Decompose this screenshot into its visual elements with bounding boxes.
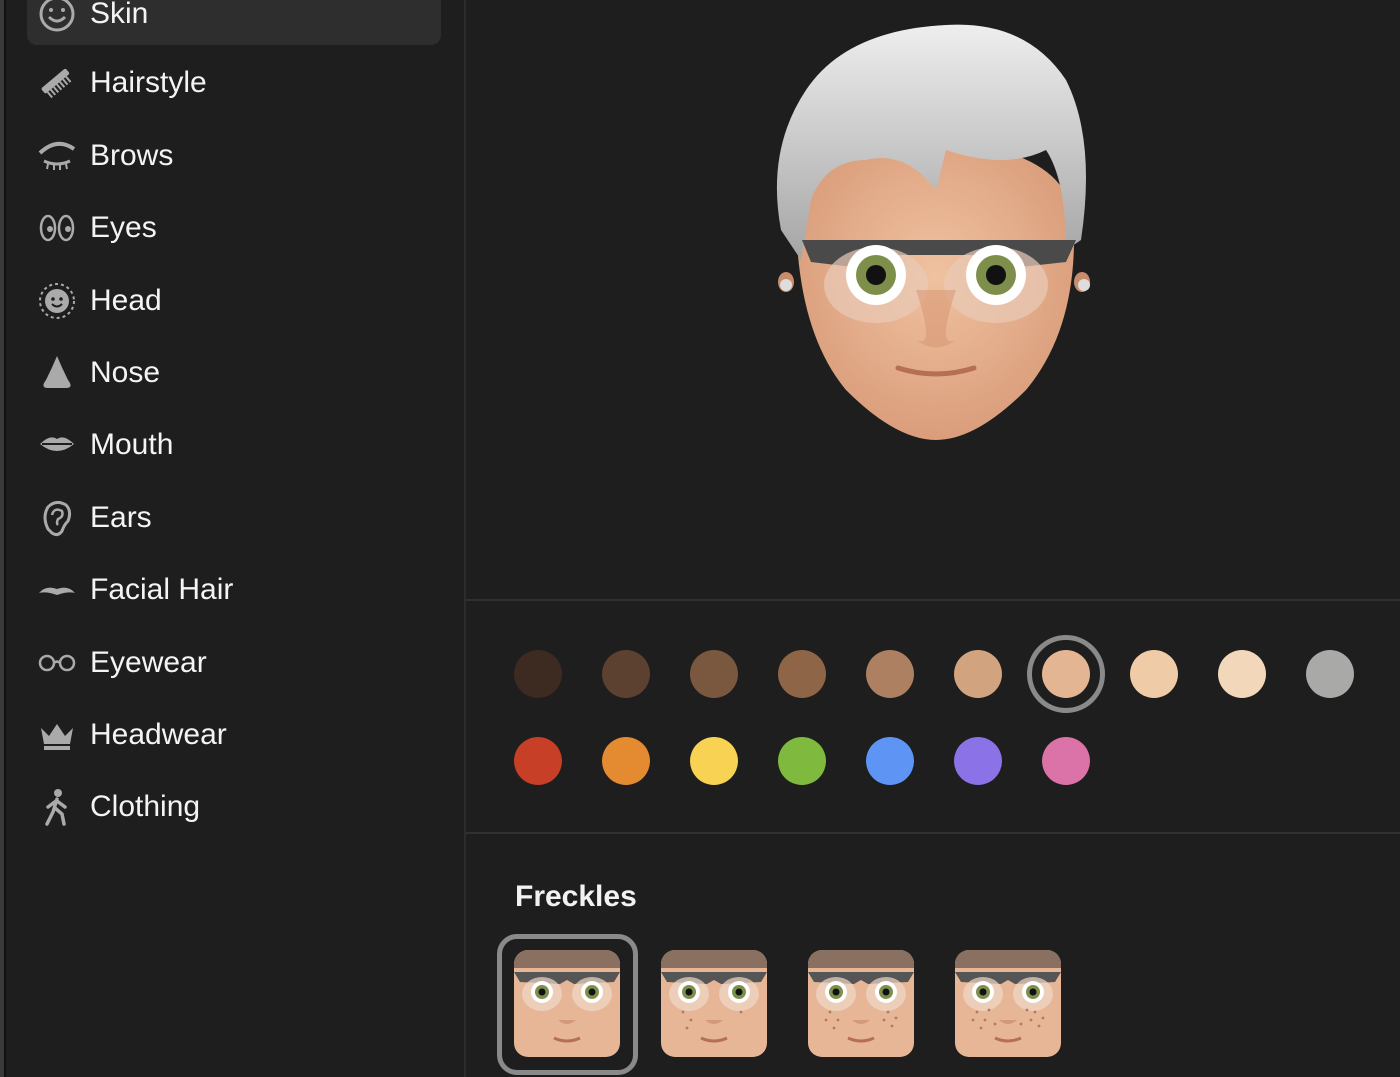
- avatar-preview: [466, 0, 1400, 600]
- sidebar-item-eyewear[interactable]: Eyewear: [27, 631, 441, 695]
- sidebar-item-label: Hairstyle: [90, 66, 207, 100]
- nose-icon: [37, 353, 77, 393]
- freckles-option[interactable]: [808, 950, 914, 1057]
- sidebar-item-facial-hair[interactable]: Facial Hair: [27, 558, 441, 622]
- sidebar-item-mouth[interactable]: Mouth: [27, 413, 441, 477]
- sidebar-item-nose[interactable]: Nose: [27, 341, 441, 405]
- sidebar: Skin Hairstyle Brows Eyes Head Nose Mouth Ears F…: [6, 0, 465, 1077]
- head-icon: [37, 281, 77, 321]
- color-swatch[interactable]: [1306, 650, 1354, 698]
- memoji-avatar: [776, 24, 1090, 440]
- color-swatch[interactable]: [866, 737, 914, 785]
- figure-walk-icon: [37, 787, 77, 827]
- sidebar-item-brows[interactable]: Brows: [27, 124, 441, 188]
- sidebar-item-hairstyle[interactable]: Hairstyle: [27, 51, 441, 115]
- freckles-option[interactable]: [661, 950, 767, 1057]
- color-swatch[interactable]: [1218, 650, 1266, 698]
- color-swatch[interactable]: [954, 650, 1002, 698]
- editor-panel: Freckles: [466, 0, 1400, 1077]
- sidebar-item-skin[interactable]: Skin: [27, 0, 441, 45]
- sidebar-item-label: Eyes: [90, 211, 157, 245]
- color-swatch[interactable]: [602, 650, 650, 698]
- freckles-title: Freckles: [515, 880, 637, 913]
- eyes-icon: [37, 208, 77, 248]
- lips-icon: [37, 425, 77, 465]
- sidebar-item-eyes[interactable]: Eyes: [27, 196, 441, 260]
- glasses-icon: [37, 643, 77, 683]
- sidebar-item-label: Brows: [90, 138, 174, 172]
- color-swatch[interactable]: [778, 650, 826, 698]
- color-swatch[interactable]: [1130, 650, 1178, 698]
- sidebar-item-label: Head: [90, 283, 162, 317]
- sidebar-item-label: Skin: [90, 0, 149, 30]
- freckles-option[interactable]: [955, 950, 1061, 1057]
- mustache-icon: [37, 570, 77, 610]
- crown-icon: [37, 715, 77, 755]
- sidebar-item-label: Eyewear: [90, 645, 207, 679]
- sidebar-item-label: Mouth: [90, 428, 174, 462]
- sidebar-item-clothing[interactable]: Clothing: [27, 775, 441, 839]
- ear-icon: [37, 498, 77, 538]
- smiley-freckles-icon: [37, 0, 77, 34]
- color-swatch[interactable]: [514, 737, 562, 785]
- selected-swatch-ring: [1027, 635, 1105, 713]
- sidebar-item-label: Clothing: [90, 790, 201, 824]
- sidebar-item-label: Headwear: [90, 718, 227, 751]
- brow-eye-icon: [37, 136, 77, 176]
- sidebar-item-ears[interactable]: Ears: [27, 486, 441, 550]
- sidebar-item-label: Facial Hair: [90, 573, 234, 607]
- color-swatch[interactable]: [690, 650, 738, 698]
- comb-icon: [37, 63, 77, 103]
- sidebar-item-label: Ears: [90, 500, 152, 534]
- sidebar-item-head[interactable]: Head: [27, 269, 441, 333]
- color-swatch[interactable]: [1042, 737, 1090, 785]
- color-swatch[interactable]: [954, 737, 1002, 785]
- section-divider: [466, 832, 1400, 834]
- sidebar-item-label: Nose: [90, 356, 161, 389]
- color-swatch[interactable]: [602, 737, 650, 785]
- preview-divider: [466, 599, 1400, 601]
- color-swatch[interactable]: [690, 737, 738, 785]
- color-swatch[interactable]: [778, 737, 826, 785]
- color-swatch[interactable]: [866, 650, 914, 698]
- color-swatch[interactable]: [514, 650, 562, 698]
- selected-freckles-ring: [497, 934, 638, 1075]
- sidebar-item-headwear[interactable]: Headwear: [27, 703, 441, 767]
